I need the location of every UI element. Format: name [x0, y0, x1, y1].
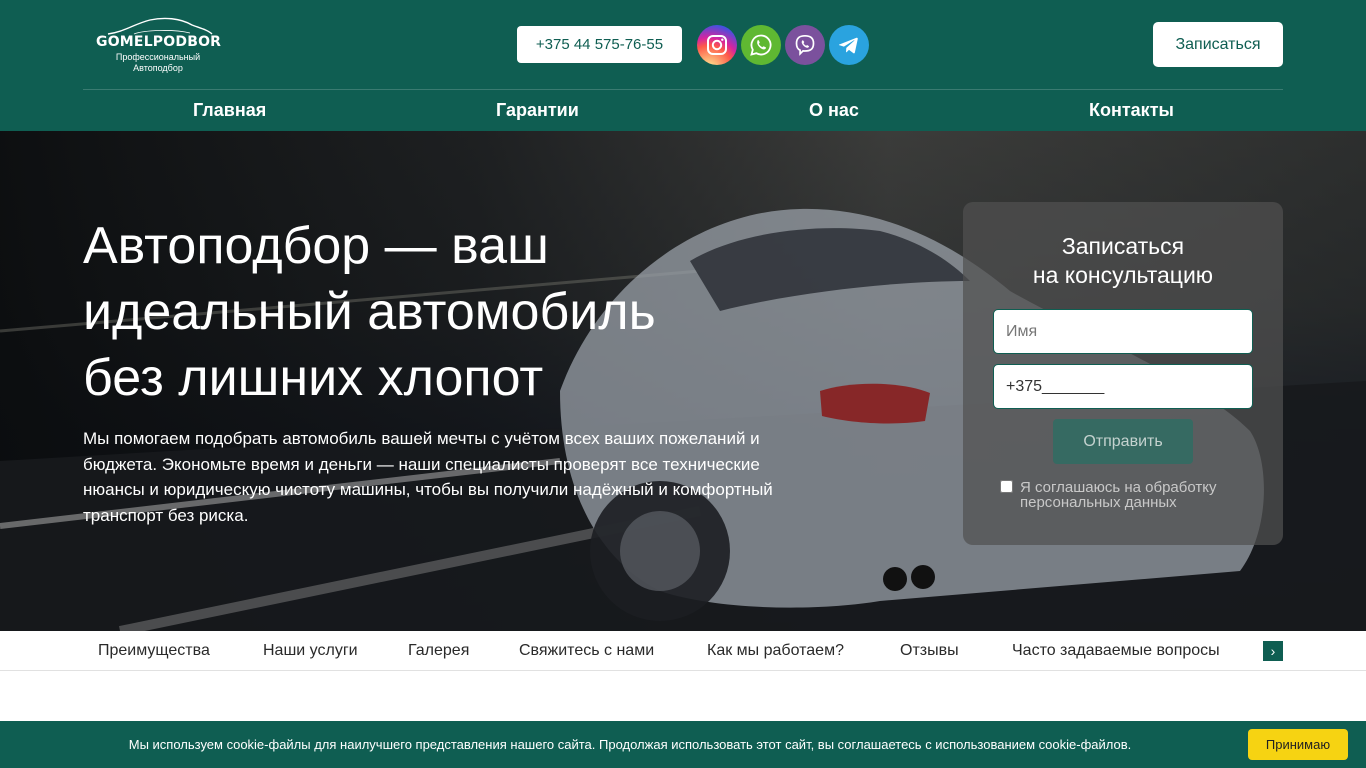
section-nav: Преимущества Наши услуги Галерея Свяжите…	[0, 631, 1366, 671]
signup-button[interactable]: Записаться	[1153, 22, 1283, 67]
hero-title-line1: Автоподбор — ваш	[83, 217, 549, 275]
section-link-faq[interactable]: Часто задаваемые вопросы	[1012, 641, 1220, 661]
hero-title-line2: идеальный автомобиль	[83, 283, 656, 341]
consultation-form: Записаться на консультацию Отправить Я с…	[963, 202, 1283, 545]
viber-icon[interactable]	[785, 25, 825, 65]
chevron-right-icon[interactable]: ›	[1263, 641, 1283, 661]
site-header: GOMELPODBOR Профессиональный Автоподбор …	[0, 0, 1366, 131]
hero-title-line3: без лишних хлопот	[83, 349, 544, 407]
car-silhouette-icon	[107, 17, 213, 35]
hero-description: Мы помогаем подобрать автомобиль вашей м…	[83, 429, 773, 525]
instagram-icon[interactable]	[697, 25, 737, 65]
section-link-how-we-work[interactable]: Как мы работаем?	[707, 641, 844, 661]
cookie-text: Мы используем cookie-файлы для наилучшег…	[128, 737, 1132, 752]
section-link-gallery[interactable]: Галерея	[408, 641, 469, 661]
hero-title: Автоподбор — ваш идеальный автомобиль бе…	[83, 213, 803, 411]
nav-home[interactable]: Главная	[193, 100, 266, 122]
section-link-reviews[interactable]: Отзывы	[900, 641, 959, 661]
form-title-line1: Записаться	[1061, 233, 1185, 259]
telegram-icon[interactable]	[829, 25, 869, 65]
cookie-banner: Мы используем cookie-файлы для наилучшег…	[0, 721, 1366, 768]
submit-button[interactable]: Отправить	[1053, 419, 1193, 464]
nav-about[interactable]: О нас	[809, 100, 859, 122]
cookie-accept-button[interactable]: Принимаю	[1248, 729, 1348, 760]
logo-subtitle-line2: Автоподбор	[133, 63, 183, 73]
logo-subtitle-line1: Профессиональный	[115, 52, 201, 62]
nav-contacts[interactable]: Контакты	[1089, 100, 1174, 122]
nav-guarantees[interactable]: Гарантии	[496, 100, 579, 122]
phone-button[interactable]: +375 44 575-76-55	[517, 26, 682, 63]
agree-checkbox[interactable]	[1000, 480, 1013, 493]
hero-section: Автоподбор — ваш идеальный автомобиль бе…	[0, 131, 1366, 631]
logo-subtitle: Профессиональный Автоподбор	[96, 52, 220, 74]
name-input[interactable]	[993, 309, 1253, 354]
header-divider	[83, 89, 1283, 90]
site-logo[interactable]: GOMELPODBOR Профессиональный Автоподбор	[96, 16, 222, 74]
form-title: Записаться на консультацию	[963, 232, 1283, 290]
agree-label: Я соглашаюсь на обработку персональных д…	[1020, 479, 1217, 511]
logo-name: GOMELPODBOR	[96, 34, 222, 50]
whatsapp-icon[interactable]	[741, 25, 781, 65]
form-title-line2: на консультацию	[1032, 262, 1214, 288]
phone-input[interactable]	[993, 364, 1253, 409]
section-link-services[interactable]: Наши услуги	[263, 641, 358, 661]
section-link-advantages[interactable]: Преимущества	[98, 641, 210, 661]
section-link-contact-us[interactable]: Свяжитесь с нами	[519, 641, 654, 661]
